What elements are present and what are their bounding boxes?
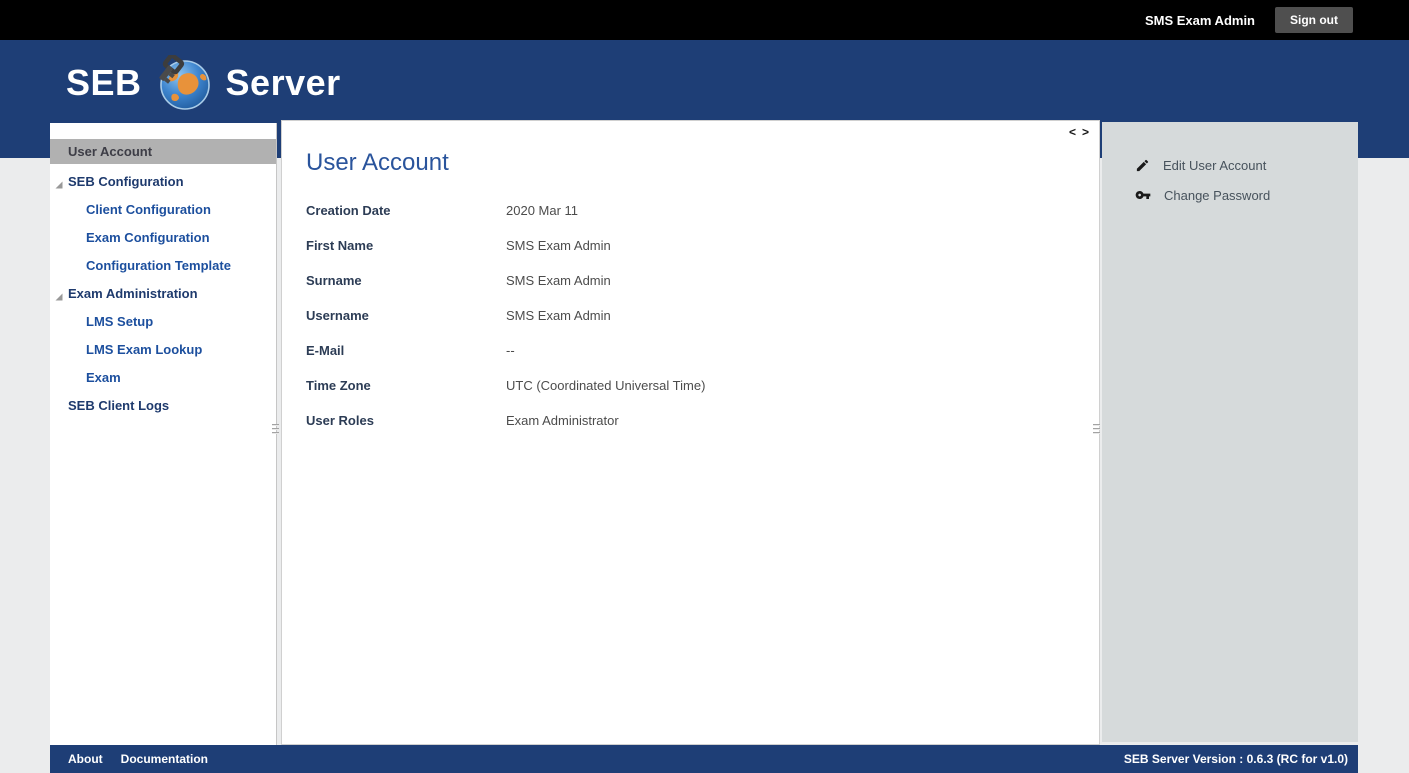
user-account-form: Creation Date 2020 Mar 11 First Name SMS… <box>306 203 1075 448</box>
page-title: User Account <box>306 149 449 176</box>
form-row-user-roles: User Roles Exam Administrator <box>306 413 1075 448</box>
form-row-username: Username SMS Exam Admin <box>306 308 1075 343</box>
field-value: Exam Administrator <box>506 413 619 428</box>
pencil-icon <box>1135 158 1150 173</box>
logged-in-user: SMS Exam Admin <box>1144 12 1255 28</box>
field-value: SMS Exam Admin <box>506 273 611 288</box>
sidebar-item-label: Configuration Template <box>86 257 231 273</box>
field-value: SMS Exam Admin <box>506 308 611 323</box>
form-row-creation-date: Creation Date 2020 Mar 11 <box>306 203 1075 238</box>
form-row-first-name: First Name SMS Exam Admin <box>306 238 1075 273</box>
field-value: -- <box>506 343 515 358</box>
logo-text-seb: SEB <box>66 62 142 103</box>
content-pager: < > <box>1069 125 1089 139</box>
sidebar-item-seb-configuration[interactable]: SEB Configuration <box>50 167 276 195</box>
field-label: Creation Date <box>306 203 391 218</box>
field-label: Username <box>306 308 369 323</box>
field-label: User Roles <box>306 413 374 428</box>
field-label: E-Mail <box>306 343 345 358</box>
logo-text-server: Server <box>225 62 341 103</box>
seb-globe-lock-icon <box>155 55 213 111</box>
action-label: Change Password <box>1164 187 1271 203</box>
sidebar-item-configuration-template[interactable]: Configuration Template <box>50 251 276 279</box>
sidebar-item-exam-administration[interactable]: Exam Administration <box>50 279 276 307</box>
chevron-left-icon[interactable]: < <box>1069 125 1076 139</box>
edit-user-account-action[interactable]: Edit User Account <box>1102 150 1358 180</box>
chevron-right-icon[interactable]: > <box>1082 125 1089 139</box>
sidebar-item-lms-exam-lookup[interactable]: LMS Exam Lookup <box>50 335 276 363</box>
tree-expand-icon[interactable] <box>55 177 63 189</box>
sidebar-item-label: SEB Configuration <box>68 173 184 189</box>
version-label: SEB Server Version : 0.6.3 (RC for v1.0) <box>1123 752 1348 766</box>
sidebar-item-user-account[interactable]: User Account <box>50 139 276 164</box>
sidebar-item-label: Exam <box>86 369 121 385</box>
field-value: 2020 Mar 11 <box>506 203 579 218</box>
sidebar-item-lms-setup[interactable]: LMS Setup <box>50 307 276 335</box>
sidebar-splitter-handle[interactable] <box>272 424 279 436</box>
sidebar-item-label: Exam Administration <box>68 285 198 301</box>
sidebar-item-client-configuration[interactable]: Client Configuration <box>50 195 276 223</box>
action-panel-splitter-handle[interactable] <box>1093 424 1100 436</box>
tree-expand-icon[interactable] <box>55 289 63 301</box>
sidebar-item-label: LMS Setup <box>86 313 154 329</box>
sidebar-item-label: LMS Exam Lookup <box>86 341 203 357</box>
form-row-time-zone: Time Zone UTC (Coordinated Universal Tim… <box>306 378 1075 413</box>
sidebar-item-exam-configuration[interactable]: Exam Configuration <box>50 223 276 251</box>
form-row-email: E-Mail -- <box>306 343 1075 378</box>
about-link[interactable]: About <box>68 752 103 766</box>
field-label: Surname <box>306 273 362 288</box>
sidebar-item-seb-client-logs[interactable]: SEB Client Logs <box>50 391 276 419</box>
top-bar: SMS Exam Admin Sign out <box>0 0 1409 40</box>
field-label: First Name <box>306 238 374 253</box>
field-value: SMS Exam Admin <box>506 238 611 253</box>
form-row-surname: Surname SMS Exam Admin <box>306 273 1075 308</box>
sidebar-item-label: Client Configuration <box>86 201 211 217</box>
key-icon <box>1135 187 1151 203</box>
action-label: Edit User Account <box>1163 157 1267 173</box>
sign-out-button[interactable]: Sign out <box>1275 7 1353 33</box>
action-panel: Edit User Account Change Password <box>1102 122 1358 742</box>
field-label: Time Zone <box>306 378 371 393</box>
sidebar-nav: User Account SEB Configuration Client Co… <box>50 123 277 745</box>
documentation-link[interactable]: Documentation <box>121 752 208 766</box>
sidebar-item-exam[interactable]: Exam <box>50 363 276 391</box>
main-content-panel: < > User Account Creation Date 2020 Mar … <box>281 120 1100 745</box>
change-password-action[interactable]: Change Password <box>1102 180 1358 210</box>
sidebar-item-label: SEB Client Logs <box>68 397 170 413</box>
field-value: UTC (Coordinated Universal Time) <box>506 378 706 393</box>
sidebar-item-label: Exam Configuration <box>86 229 210 245</box>
footer-bar: About Documentation SEB Server Version :… <box>50 745 1358 773</box>
sidebar-item-label: User Account <box>68 144 153 159</box>
app-logo: SEB Server <box>66 55 341 111</box>
